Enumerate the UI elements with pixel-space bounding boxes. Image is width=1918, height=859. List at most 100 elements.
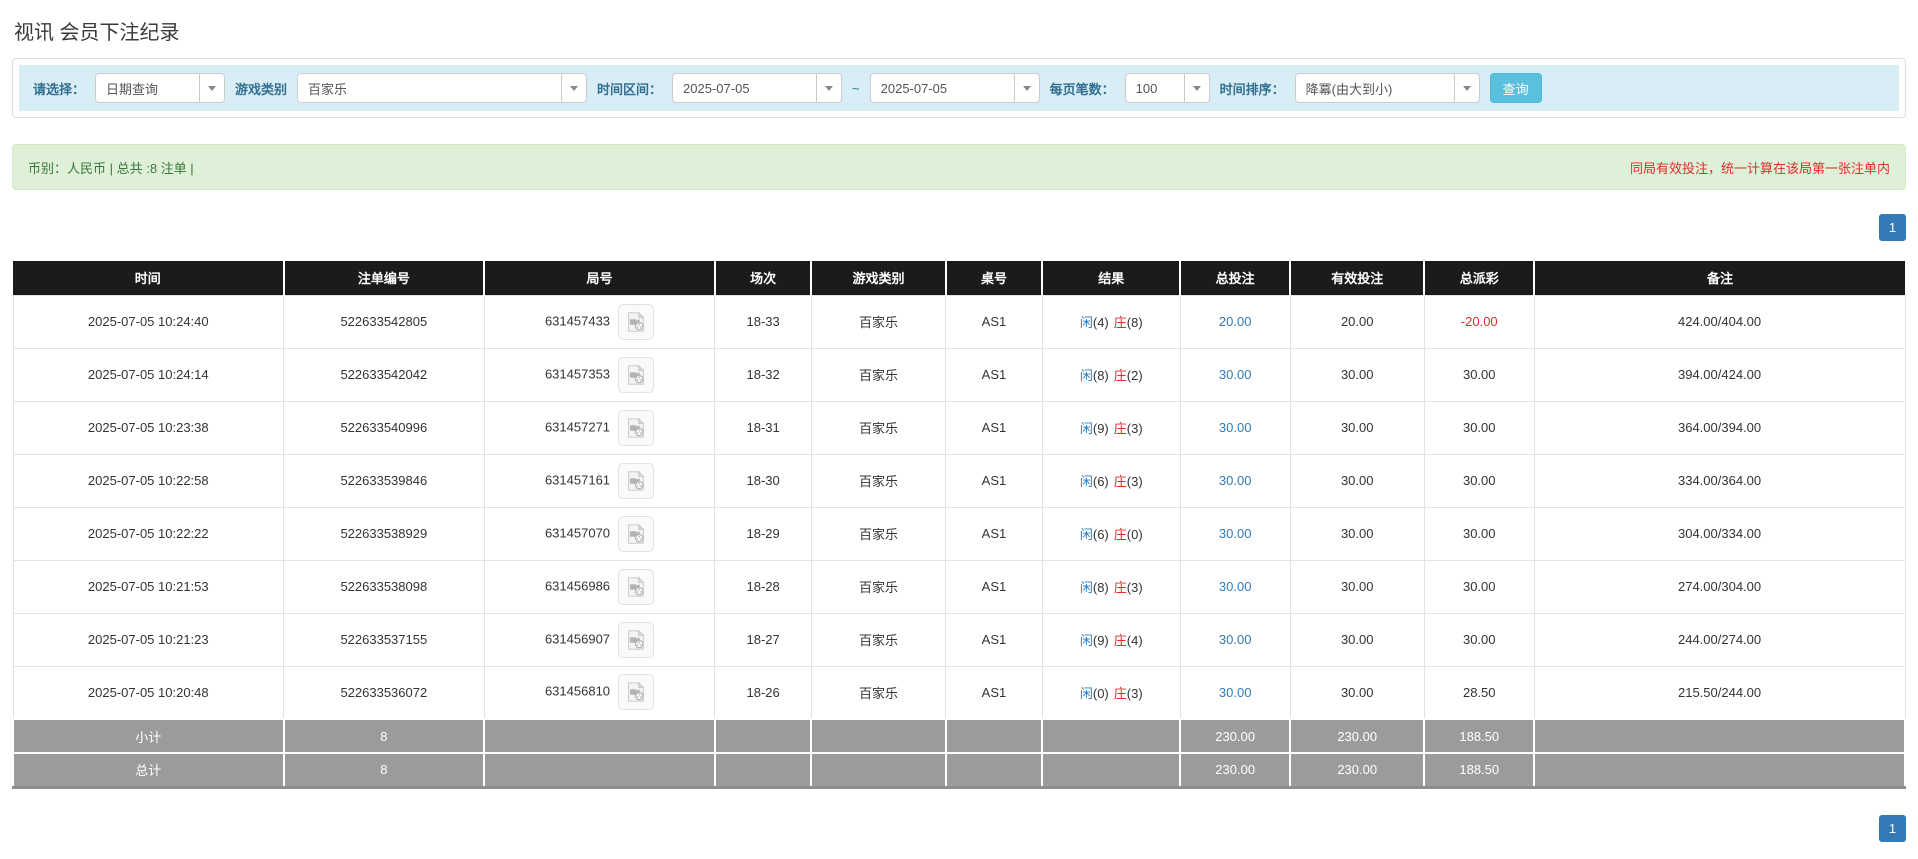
header-valid-bet: 有效投注 bbox=[1289, 261, 1425, 295]
round-id: 631457161 bbox=[544, 471, 611, 487]
video-replay-button[interactable] bbox=[618, 674, 655, 711]
per-page-label: 每页笔数： bbox=[1049, 81, 1115, 97]
cell-total-bet: 30.00 bbox=[1179, 612, 1291, 667]
round-id: 631456907 bbox=[544, 630, 611, 646]
per-page-select[interactable]: 100 bbox=[1124, 73, 1210, 103]
date-from-caret[interactable] bbox=[816, 74, 842, 102]
page-1-button[interactable]: 1 bbox=[1879, 814, 1906, 842]
chevron-down-icon bbox=[1192, 85, 1201, 91]
chevron-down-icon bbox=[1462, 85, 1471, 91]
query-type-label: 请选择： bbox=[33, 81, 86, 97]
subtotal-label: 小计 bbox=[12, 718, 285, 754]
total-bet-link[interactable]: 30.00 bbox=[1219, 473, 1252, 488]
date-to-caret[interactable] bbox=[1013, 74, 1039, 102]
cell-round-id: 631457070 bbox=[483, 506, 716, 561]
cell-session: 18-28 bbox=[714, 559, 812, 614]
cell-game-type: 百家乐 bbox=[810, 294, 947, 349]
date-from-select[interactable]: 2025-07-05 bbox=[672, 73, 843, 103]
round-id: 631457070 bbox=[544, 524, 611, 540]
header-total-payout: 总派彩 bbox=[1423, 261, 1535, 295]
result-banker-value: (0) bbox=[1126, 527, 1143, 542]
cell-result: 闲(0) 庄(3) bbox=[1041, 665, 1181, 720]
table-summary: 小计 8 230.00 230.00 188.50 总计 8 230.00 23… bbox=[12, 718, 1906, 789]
query-type-select[interactable]: 日期查询 bbox=[95, 73, 226, 103]
total-bet-link[interactable]: 30.00 bbox=[1219, 420, 1252, 435]
header-total-bet: 总投注 bbox=[1179, 261, 1291, 295]
video-replay-button[interactable] bbox=[618, 409, 655, 446]
cell-valid-bet: 20.00 bbox=[1289, 294, 1425, 349]
table-row: 2025-07-05 10:21:53 522633538098 6314569… bbox=[12, 559, 1906, 614]
video-icon bbox=[628, 523, 645, 544]
round-id: 631456810 bbox=[544, 683, 611, 699]
total-total-bet: 230.00 bbox=[1179, 752, 1292, 789]
video-replay-button[interactable] bbox=[618, 356, 655, 393]
chevron-down-icon bbox=[208, 85, 217, 91]
table-row: 2025-07-05 10:24:40 522633542805 6314574… bbox=[12, 294, 1906, 349]
table-row: 2025-07-05 10:21:23 522633537155 6314569… bbox=[12, 612, 1906, 667]
result-player-value: (0) bbox=[1092, 685, 1109, 701]
total-bet-link[interactable]: 20.00 bbox=[1219, 314, 1252, 329]
betting-records-table: 时间 注单编号 局号 场次 游戏类别 桌号 结果 总投注 有效投注 总派彩 备注… bbox=[12, 261, 1906, 789]
result-banker-label: 庄 bbox=[1113, 474, 1127, 489]
total-bet-link[interactable]: 30.00 bbox=[1219, 367, 1252, 382]
cell-remark: 244.00/274.00 bbox=[1533, 612, 1906, 667]
sort-value: 降冪(由大到小) bbox=[1305, 81, 1393, 97]
cell-result: 闲(8) 庄(3) bbox=[1041, 559, 1181, 614]
video-replay-button[interactable] bbox=[618, 568, 655, 605]
per-page-caret[interactable] bbox=[1183, 74, 1209, 102]
total-bet-link[interactable]: 30.00 bbox=[1219, 685, 1252, 700]
query-type-caret[interactable] bbox=[199, 74, 225, 102]
round-id: 631456986 bbox=[544, 577, 611, 593]
cell-result: 闲(6) 庄(0) bbox=[1041, 506, 1181, 561]
search-button[interactable]: 查询 bbox=[1489, 73, 1542, 103]
header-bet-id: 注单编号 bbox=[282, 261, 485, 295]
cell-table-no: AS1 bbox=[945, 612, 1043, 667]
total-bet-link[interactable]: 30.00 bbox=[1219, 632, 1252, 647]
cell-result: 闲(9) 庄(3) bbox=[1041, 400, 1181, 455]
per-page-value: 100 bbox=[1135, 80, 1158, 96]
round-id: 631457271 bbox=[544, 418, 611, 434]
cell-result: 闲(8) 庄(2) bbox=[1041, 347, 1181, 402]
sort-label: 时间排序： bbox=[1219, 81, 1285, 97]
round-id: 631457353 bbox=[544, 365, 611, 381]
cell-game-type: 百家乐 bbox=[810, 347, 947, 402]
result-banker-label: 庄 bbox=[1113, 421, 1127, 436]
header-table-no: 桌号 bbox=[944, 261, 1043, 295]
cell-bet-id: 522633540996 bbox=[283, 400, 485, 455]
video-replay-button[interactable] bbox=[618, 621, 655, 658]
result-banker-label: 庄 bbox=[1113, 685, 1127, 701]
date-to-select[interactable]: 2025-07-05 bbox=[869, 73, 1040, 103]
cell-time: 2025-07-05 10:23:38 bbox=[12, 400, 285, 455]
cell-bet-id: 522633538929 bbox=[283, 506, 485, 561]
game-type-caret[interactable] bbox=[561, 74, 587, 102]
cell-table-no: AS1 bbox=[945, 347, 1043, 402]
result-player-label: 闲 bbox=[1079, 633, 1093, 648]
cell-remark: 274.00/304.00 bbox=[1533, 559, 1906, 614]
result-player-label: 闲 bbox=[1079, 421, 1093, 436]
page-1-button[interactable]: 1 bbox=[1879, 214, 1906, 241]
total-bet-link[interactable]: 30.00 bbox=[1219, 526, 1252, 541]
subtotal-count: 8 bbox=[282, 718, 486, 754]
cell-valid-bet: 30.00 bbox=[1289, 347, 1425, 402]
result-player-label: 闲 bbox=[1079, 580, 1093, 595]
cell-round-id: 631456810 bbox=[483, 665, 716, 720]
result-player-value: (8) bbox=[1092, 580, 1109, 595]
cell-remark: 215.50/244.00 bbox=[1533, 665, 1906, 720]
sort-select[interactable]: 降冪(由大到小) bbox=[1294, 73, 1480, 103]
video-replay-button[interactable] bbox=[618, 462, 655, 499]
chevron-down-icon bbox=[825, 85, 834, 91]
video-replay-button[interactable] bbox=[618, 515, 655, 552]
header-result: 结果 bbox=[1041, 261, 1181, 295]
total-bet-link[interactable]: 30.00 bbox=[1219, 579, 1252, 594]
cell-total-bet: 20.00 bbox=[1179, 294, 1291, 349]
total-label: 总计 bbox=[12, 752, 285, 789]
cell-valid-bet: 30.00 bbox=[1289, 612, 1425, 667]
sort-caret[interactable] bbox=[1453, 74, 1479, 102]
result-banker-value: (3) bbox=[1126, 580, 1143, 595]
game-type-select[interactable]: 百家乐 bbox=[297, 73, 588, 103]
round-id: 631457433 bbox=[544, 312, 611, 328]
cell-game-type: 百家乐 bbox=[810, 400, 947, 455]
cell-remark: 334.00/364.00 bbox=[1533, 453, 1906, 508]
video-replay-button[interactable] bbox=[618, 303, 655, 340]
cell-result: 闲(6) 庄(3) bbox=[1041, 453, 1181, 508]
